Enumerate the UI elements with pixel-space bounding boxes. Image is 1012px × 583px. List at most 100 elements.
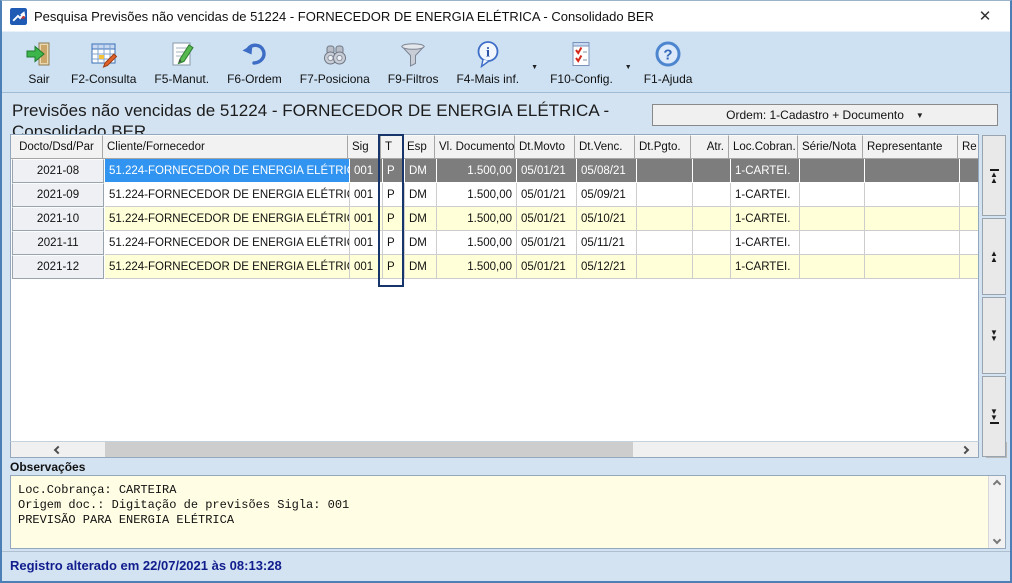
- grid-cell[interactable]: 1.500,00: [437, 159, 517, 183]
- grid-cell[interactable]: P: [383, 255, 405, 279]
- grid-cell[interactable]: 1-CARTEI.: [731, 231, 800, 255]
- horizontal-scrollbar-thumb[interactable]: [105, 442, 633, 457]
- grid-cell[interactable]: 1-CARTEI.: [731, 207, 800, 231]
- observations-box[interactable]: Loc.Cobrança: CARTEIRA Origem doc.: Digi…: [10, 475, 1006, 549]
- grid-cell[interactable]: [637, 255, 693, 279]
- horizontal-scrollbar[interactable]: [10, 441, 979, 458]
- grid-cell[interactable]: [865, 183, 960, 207]
- observations-scrollbar[interactable]: [988, 476, 1005, 548]
- grid-cell[interactable]: [637, 183, 693, 207]
- grid-cell[interactable]: [693, 159, 731, 183]
- grid-cell[interactable]: 1.500,00: [437, 207, 517, 231]
- grid-cell[interactable]: DM: [405, 183, 437, 207]
- grid-cell[interactable]: P: [383, 183, 405, 207]
- column-header-dt-venc-[interactable]: Dt.Venc.: [575, 135, 635, 159]
- column-header-representante[interactable]: Representante: [863, 135, 958, 159]
- grid-cell[interactable]: 05/01/21: [517, 159, 577, 183]
- table-row[interactable]: 2021-1251.224-FORNECEDOR DE ENERGIA ELÉT…: [11, 255, 978, 279]
- grid-cell[interactable]: [865, 207, 960, 231]
- page-up-button[interactable]: ▲▲: [982, 218, 1006, 295]
- grid-cell[interactable]: [693, 183, 731, 207]
- grid-cell[interactable]: 05/10/21: [577, 207, 637, 231]
- grid-cell[interactable]: 05/01/21: [517, 183, 577, 207]
- docto-cell-button[interactable]: 2021-12: [12, 255, 104, 279]
- grid-cell[interactable]: 001: [350, 207, 383, 231]
- grid-cell[interactable]: [960, 255, 979, 279]
- grid-cell[interactable]: 001: [350, 231, 383, 255]
- grid-cell[interactable]: [800, 255, 865, 279]
- toolbar-button-f1-ajuda[interactable]: ? F1-Ajuda: [635, 36, 702, 88]
- toolbar-button-f2-consulta[interactable]: F2-Consulta: [62, 36, 145, 88]
- grid-cell[interactable]: [800, 231, 865, 255]
- grid-cell[interactable]: [693, 207, 731, 231]
- grid-cell[interactable]: 1-CARTEI.: [731, 159, 800, 183]
- grid-cell[interactable]: [960, 183, 979, 207]
- grid-cell[interactable]: DM: [405, 159, 437, 183]
- table-row[interactable]: 2021-1151.224-FORNECEDOR DE ENERGIA ELÉT…: [11, 231, 978, 255]
- grid-cell[interactable]: 51.224-FORNECEDOR DE ENERGIA ELÉTRICA: [105, 255, 350, 279]
- grid-cell[interactable]: 05/12/21: [577, 255, 637, 279]
- grid-cell[interactable]: 05/11/21: [577, 231, 637, 255]
- toolbar-button-sair[interactable]: Sair: [16, 36, 62, 88]
- column-header-sig[interactable]: Sig: [348, 135, 381, 159]
- go-last-record-button[interactable]: ▼▼: [982, 376, 1006, 457]
- grid-cell[interactable]: [693, 255, 731, 279]
- table-row[interactable]: 2021-1051.224-FORNECEDOR DE ENERGIA ELÉT…: [11, 207, 978, 231]
- grid-cell[interactable]: 05/01/21: [517, 255, 577, 279]
- grid-cell[interactable]: P: [383, 231, 405, 255]
- column-header-re[interactable]: Re: [958, 135, 979, 159]
- grid-cell[interactable]: 05/01/21: [517, 231, 577, 255]
- column-header-t[interactable]: T: [381, 135, 403, 159]
- grid-cell[interactable]: 05/01/21: [517, 207, 577, 231]
- grid-cell[interactable]: [800, 183, 865, 207]
- grid-cell[interactable]: DM: [405, 207, 437, 231]
- config-dropdown-arrow[interactable]: ▼: [622, 64, 635, 71]
- grid-cell[interactable]: 001: [350, 255, 383, 279]
- grid-cell[interactable]: [960, 207, 979, 231]
- page-down-button[interactable]: ▼▼: [982, 297, 1006, 374]
- grid-cell[interactable]: DM: [405, 255, 437, 279]
- grid-cell[interactable]: [960, 159, 979, 183]
- grid-cell[interactable]: 001: [350, 183, 383, 207]
- docto-cell-button[interactable]: 2021-08: [12, 159, 104, 183]
- grid-cell[interactable]: 1.500,00: [437, 255, 517, 279]
- column-header-atr-[interactable]: Atr.: [691, 135, 729, 159]
- column-header-dt-pgto-[interactable]: Dt.Pgto.: [635, 135, 691, 159]
- column-header-s-rie-nota[interactable]: Série/Nota: [798, 135, 863, 159]
- grid-cell[interactable]: P: [383, 159, 405, 183]
- toolbar-button-f10-config[interactable]: F10-Config.: [541, 36, 622, 88]
- grid-cell[interactable]: [800, 159, 865, 183]
- table-row[interactable]: 2021-0851.224-FORNECEDOR DE ENERGIA ELÉT…: [11, 159, 978, 183]
- column-header-loc-cobran-[interactable]: Loc.Cobran.: [729, 135, 798, 159]
- column-header-docto-dsd-par[interactable]: Docto/Dsd/Par: [11, 135, 103, 159]
- grid-cell[interactable]: 1.500,00: [437, 231, 517, 255]
- close-button[interactable]: ✕: [968, 3, 1002, 29]
- grid-cell[interactable]: [865, 231, 960, 255]
- grid-cell[interactable]: [693, 231, 731, 255]
- chevron-down-icon[interactable]: [993, 536, 1001, 544]
- order-dropdown-button[interactable]: Ordem: 1-Cadastro + Documento ▼: [652, 104, 998, 126]
- grid-cell[interactable]: [637, 231, 693, 255]
- toolbar-button-f6-ordem[interactable]: F6-Ordem: [218, 36, 291, 88]
- column-header-cliente-fornecedor[interactable]: Cliente/Fornecedor: [103, 135, 348, 159]
- column-header-dt-movto[interactable]: Dt.Movto: [515, 135, 575, 159]
- column-header-esp[interactable]: Esp: [403, 135, 435, 159]
- docto-cell-button[interactable]: 2021-10: [12, 207, 104, 231]
- grid-cell[interactable]: 1.500,00: [437, 183, 517, 207]
- grid-cell[interactable]: 51.224-FORNECEDOR DE ENERGIA ELÉTRICA: [105, 159, 350, 183]
- scroll-right-button[interactable]: [958, 444, 972, 455]
- docto-cell-button[interactable]: 2021-09: [12, 183, 104, 207]
- grid-cell[interactable]: [960, 231, 979, 255]
- mais-inf-dropdown-arrow[interactable]: ▼: [528, 64, 541, 71]
- toolbar-button-f4-mais-inf[interactable]: i F4-Mais inf.: [447, 36, 528, 88]
- docto-cell-button[interactable]: 2021-11: [12, 231, 104, 255]
- grid-cell[interactable]: 001: [350, 159, 383, 183]
- scroll-left-button[interactable]: [51, 444, 65, 455]
- toolbar-button-f5-manut[interactable]: F5-Manut.: [145, 36, 218, 88]
- toolbar-button-f9-filtros[interactable]: F9-Filtros: [379, 36, 448, 88]
- grid-cell[interactable]: 05/08/21: [577, 159, 637, 183]
- grid-cell[interactable]: 51.224-FORNECEDOR DE ENERGIA ELÉTRICA: [105, 207, 350, 231]
- grid-cell[interactable]: [800, 207, 865, 231]
- grid-cell[interactable]: DM: [405, 231, 437, 255]
- grid-cell[interactable]: 51.224-FORNECEDOR DE ENERGIA ELÉTRICA: [105, 231, 350, 255]
